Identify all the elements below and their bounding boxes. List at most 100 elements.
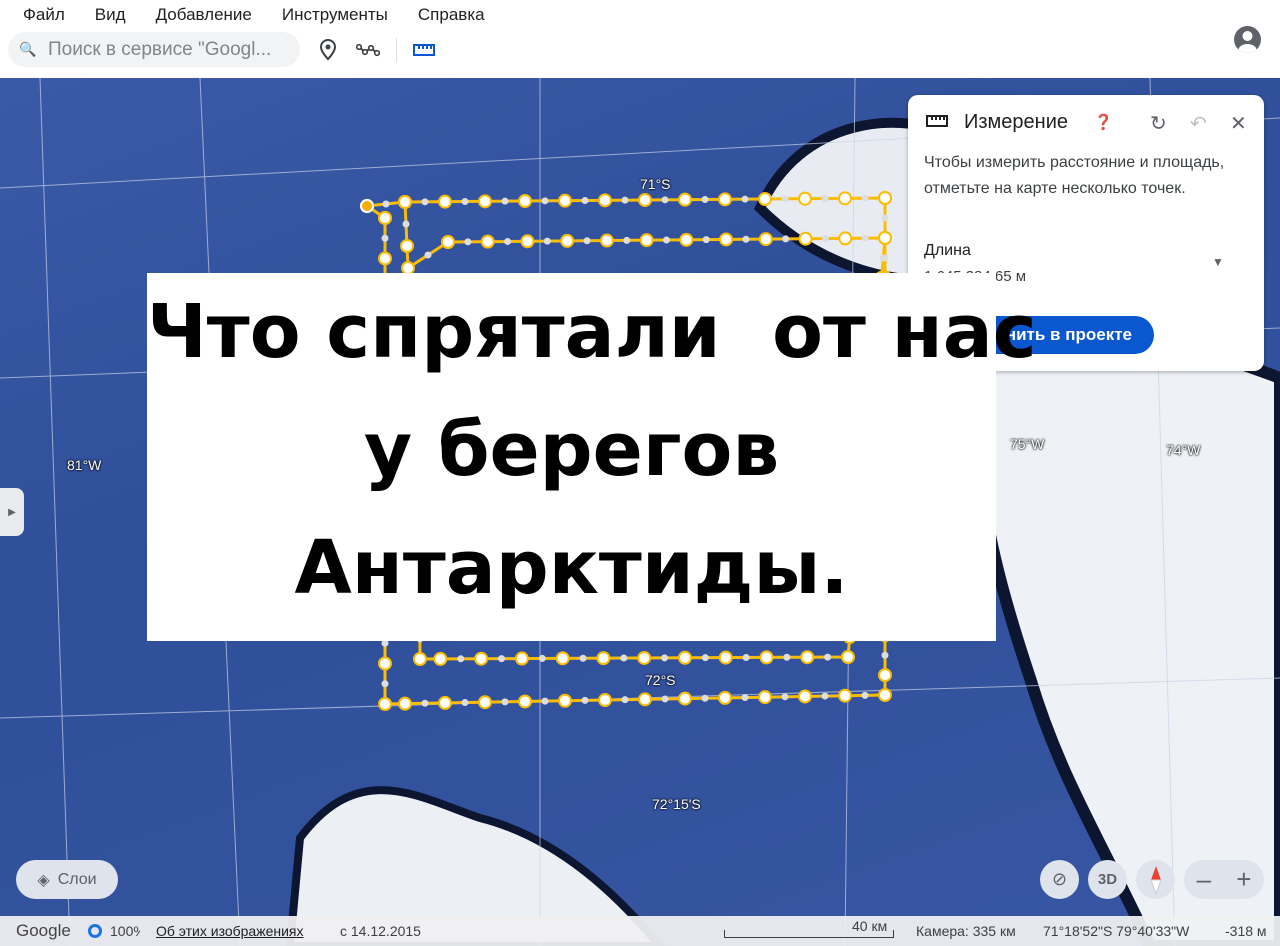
layers-icon: ◈: [37, 871, 50, 889]
path-vertex: [378, 251, 392, 266]
path-vertex: [620, 654, 628, 662]
path-vertex: [861, 691, 869, 699]
path-vertex: [878, 231, 892, 245]
path-vertex: [501, 698, 509, 706]
ice-shelf: [971, 321, 1280, 946]
path-vertex: [501, 197, 509, 205]
zoom-in-button[interactable]: +: [1236, 864, 1251, 895]
reset-icon[interactable]: ↻: [1150, 111, 1167, 136]
path-vertex: [541, 197, 549, 205]
account-avatar[interactable]: [1234, 26, 1261, 53]
load-percent: 100%: [110, 923, 140, 939]
length-label: Длина: [924, 242, 971, 259]
path-vertex: [461, 699, 469, 707]
lon-label: 75°W: [1010, 436, 1045, 452]
path-vertex: [637, 650, 652, 665]
path-vertex: [678, 691, 692, 706]
path-vertex: [878, 688, 892, 702]
menu-view[interactable]: Вид: [95, 5, 126, 25]
lon-label: 74°W: [1166, 442, 1201, 458]
path-vertex: [543, 237, 551, 245]
path-vertex: [514, 651, 529, 666]
placemark-icon[interactable]: [316, 38, 340, 62]
loading-icon: [88, 924, 102, 938]
undo-icon[interactable]: ↶: [1190, 111, 1207, 136]
overlay-line: Антарктиды.: [294, 525, 849, 611]
path-vertex: [759, 650, 774, 665]
lat-label: 71°S: [640, 176, 671, 192]
help-icon[interactable]: ❓: [1094, 113, 1113, 131]
path-vertex: [498, 655, 506, 663]
path-vertex: [421, 699, 429, 707]
zoom-out-button[interactable]: –: [1197, 864, 1211, 895]
path-vertex: [464, 238, 472, 246]
3d-button[interactable]: 3D: [1088, 860, 1127, 899]
close-icon[interactable]: ✕: [1230, 111, 1247, 136]
path-vertex: [661, 196, 669, 204]
path-start-point: [360, 199, 374, 213]
path-vertex: [583, 237, 591, 245]
tilt-icon: ⊘: [1051, 869, 1068, 889]
path-vertex: [661, 695, 669, 703]
layers-button[interactable]: ◈ Слои: [16, 860, 118, 899]
path-vertex: [581, 197, 589, 204]
path-vertex: [679, 232, 694, 247]
path-vertex: [474, 651, 489, 666]
path-vertex: [596, 651, 611, 666]
lat-label: 72°15'S: [652, 796, 701, 812]
path-vertex: [798, 191, 812, 206]
overlay-line: у берегов: [363, 407, 780, 493]
path-vertex: [538, 654, 546, 662]
path-vertex: [742, 235, 750, 243]
path-vertex: [504, 237, 512, 245]
path-vertex: [398, 195, 412, 209]
zoom-control: – +: [1184, 860, 1264, 899]
path-vertex: [741, 195, 749, 203]
path-vertex: [579, 654, 587, 662]
path-vertex: [541, 697, 549, 705]
cursor-coordinates: 71°18'52"S 79°40'33"W: [1043, 923, 1190, 939]
path-vertex: [381, 680, 389, 688]
unit-dropdown-icon[interactable]: ▼: [1212, 255, 1224, 269]
reset-tilt-button[interactable]: ⊘: [1040, 860, 1079, 899]
path-vertex: [621, 696, 629, 704]
path-vertex: [598, 193, 612, 208]
path-vertex: [638, 193, 652, 207]
path-vertex: [639, 233, 654, 248]
path-vertex: [663, 236, 670, 244]
status-bar: Google 100% Об этих изображениях с 14.12…: [0, 916, 1280, 946]
google-logo: Google: [16, 921, 71, 940]
lat-label: 72°S: [645, 672, 676, 688]
path-vertex: [879, 254, 887, 262]
menu-file[interactable]: Файл: [23, 5, 65, 25]
path-vertex: [378, 656, 392, 671]
path-vertex: [438, 695, 452, 710]
toolbar-divider: [396, 38, 397, 62]
path-vertex: [701, 196, 709, 203]
path-vertex: [741, 694, 749, 702]
ruler-icon[interactable]: [412, 38, 436, 62]
path-vertex: [718, 192, 732, 207]
compass-icon: [1149, 865, 1162, 895]
menu-tools[interactable]: Инструменты: [282, 5, 388, 25]
path-vertex: [821, 195, 829, 202]
path-vertex: [718, 650, 733, 665]
path-vertex: [702, 236, 710, 244]
path-vertex: [378, 211, 392, 225]
path-vertex: [638, 692, 652, 707]
ruler-icon: [926, 110, 948, 133]
path-vertex: [560, 233, 575, 248]
expand-sidebar-button[interactable]: ▶: [0, 488, 24, 536]
path-vertex: [718, 690, 732, 705]
path-icon[interactable]: [356, 38, 380, 62]
about-imagery-link[interactable]: Об этих изображениях: [156, 923, 304, 939]
path-vertex: [398, 696, 412, 711]
search-input[interactable]: 🔍 Поиск в сервисе "Googl...: [8, 32, 300, 67]
compass-button[interactable]: [1136, 860, 1175, 899]
panel-description: Чтобы измерить расстояние и площадь, отм…: [924, 154, 1225, 197]
menu-help[interactable]: Справка: [418, 5, 485, 25]
title-overlay: Что спрятали от нас у берегов Антарктиды…: [147, 273, 1037, 641]
path-vertex: [441, 235, 455, 249]
path-vertex: [478, 695, 492, 710]
menu-add[interactable]: Добавление: [156, 5, 252, 25]
